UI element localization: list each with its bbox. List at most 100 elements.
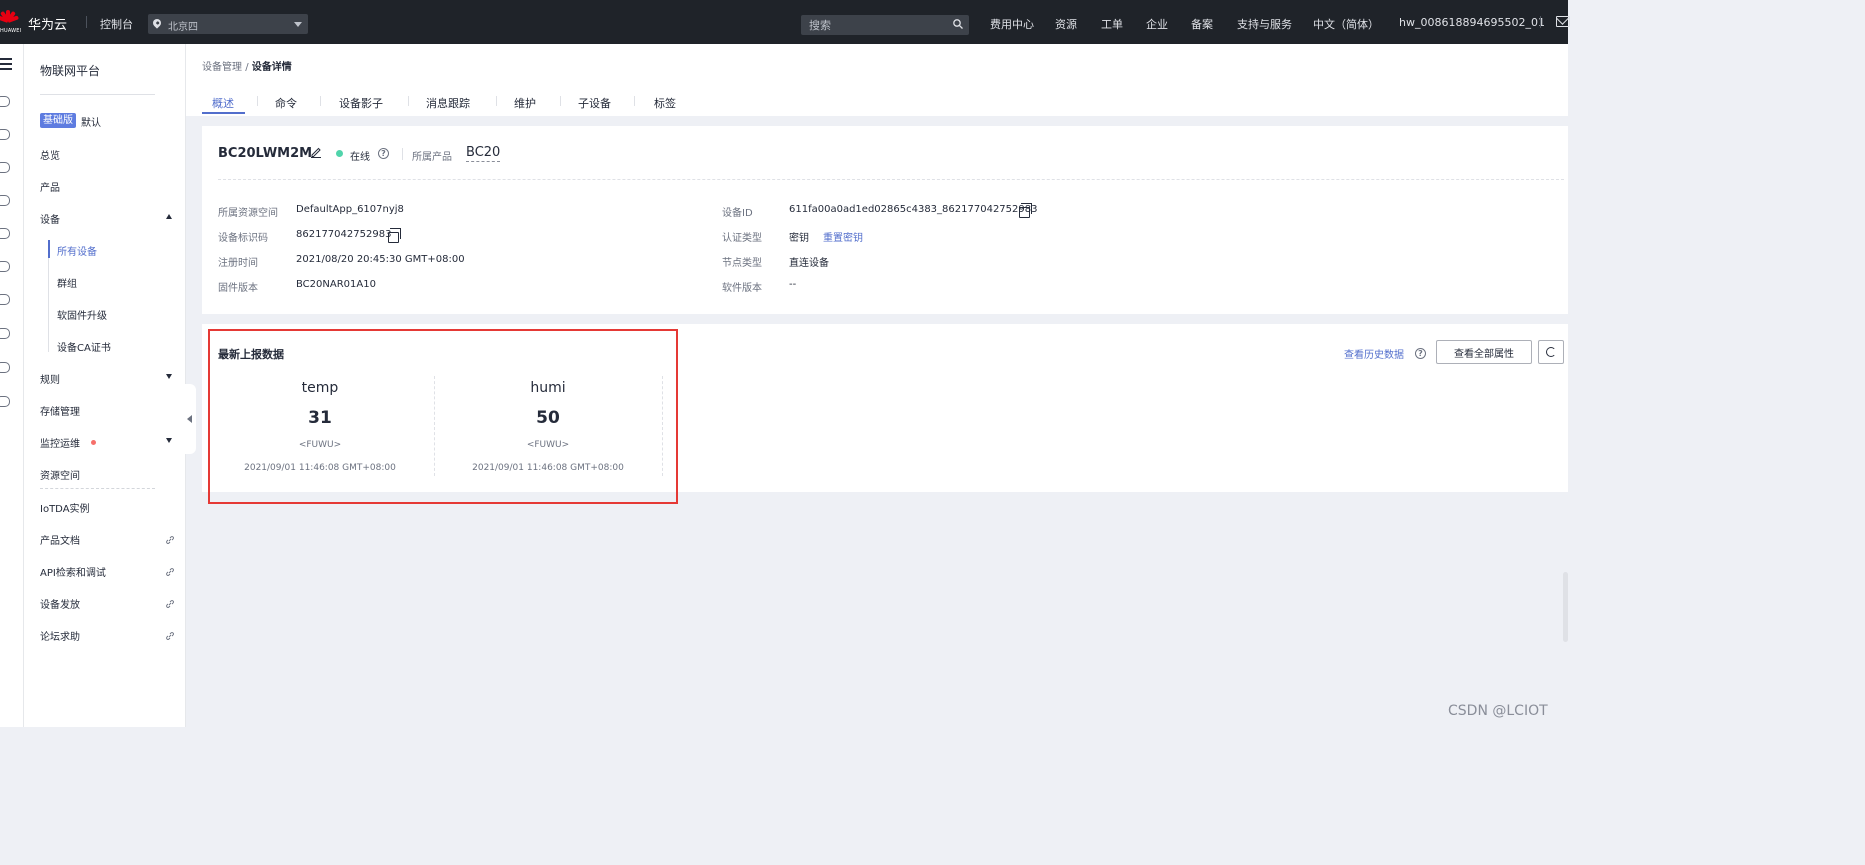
- device-info-card: BC20LWM2M 在线 ? 所属产品 BC20 所属资源空间 DefaultA…: [202, 126, 1568, 314]
- view-history-link[interactable]: 查看历史数据: [1344, 346, 1404, 361]
- cloud-service-icon[interactable]: [0, 129, 10, 140]
- tab-maintenance[interactable]: 维护: [514, 95, 536, 111]
- divider: [402, 148, 403, 160]
- nav-item-all-devices[interactable]: 所有设备: [57, 243, 97, 258]
- database-service-icon[interactable]: [0, 195, 10, 206]
- region-selector[interactable]: 北京四: [148, 14, 308, 34]
- enterprise-link[interactable]: 企业: [1146, 16, 1168, 32]
- filing-link[interactable]: 备案: [1191, 16, 1213, 32]
- ip-service-icon[interactable]: [0, 396, 10, 407]
- scrollbar-thumb[interactable]: [1563, 572, 1568, 642]
- tab-sub-devices[interactable]: 子设备: [578, 95, 611, 111]
- network-service-icon[interactable]: [0, 328, 10, 339]
- language-selector[interactable]: 中文（简体）: [1313, 16, 1379, 32]
- nav-item-rules[interactable]: 规则: [40, 371, 60, 386]
- mail-icon[interactable]: [1556, 16, 1570, 27]
- divider: [40, 488, 155, 489]
- cloud-service-icon[interactable]: [0, 294, 10, 305]
- resources-link[interactable]: 资源: [1055, 16, 1077, 32]
- external-link-icon[interactable]: [166, 632, 174, 640]
- menu-icon[interactable]: [0, 58, 12, 70]
- divider: [257, 96, 258, 106]
- nav-item-monitoring[interactable]: 监控运维: [40, 435, 80, 450]
- nav-item-device[interactable]: 设备: [40, 211, 60, 226]
- field-value-auth-type: 密钥: [789, 233, 809, 244]
- location-pin-icon: [151, 17, 163, 29]
- divider: [408, 96, 409, 106]
- breadcrumb-device-management[interactable]: 设备管理: [202, 62, 242, 73]
- reset-secret-link[interactable]: 重置密钥: [823, 229, 863, 244]
- copy-icon[interactable]: [1019, 203, 1032, 218]
- chart-service-icon[interactable]: [0, 162, 10, 173]
- support-link[interactable]: 支持与服务: [1237, 16, 1292, 32]
- breadcrumb: 设备管理 / 设备详情: [202, 58, 292, 73]
- external-link-icon[interactable]: [166, 568, 174, 576]
- external-link-icon[interactable]: [166, 536, 174, 544]
- product-link[interactable]: BC20: [466, 145, 501, 162]
- billing-center-link[interactable]: 费用中心: [990, 16, 1034, 32]
- globe-service-icon[interactable]: [0, 362, 10, 373]
- page-header: 设备管理 / 设备详情 概述 命令 设备影子 消息跟踪 维护 子设备 标签: [186, 44, 1568, 116]
- nav-item-overview[interactable]: 总览: [40, 147, 60, 162]
- nav-item-group[interactable]: 群组: [57, 275, 77, 290]
- divider: [634, 96, 635, 106]
- nav-item-forum[interactable]: 论坛求助: [40, 628, 80, 643]
- tab-message-trace[interactable]: 消息跟踪: [426, 95, 470, 111]
- edition-default-label: 默认: [81, 118, 101, 129]
- brand-name[interactable]: 华为云: [28, 14, 67, 33]
- tab-overview[interactable]: 概述: [212, 95, 234, 111]
- search-input[interactable]: [801, 15, 949, 35]
- search-icon[interactable]: [953, 19, 963, 29]
- notification-dot: [91, 440, 96, 445]
- document-service-icon[interactable]: [0, 228, 10, 239]
- edition-badge: 基础版: [40, 113, 76, 128]
- copy-icon[interactable]: [388, 228, 401, 243]
- field-label-node-type: 节点类型: [722, 258, 762, 269]
- field-value-firmware-version: BC20NAR01A10: [296, 279, 376, 290]
- divider: [218, 179, 1564, 180]
- nav-item-device-provisioning[interactable]: 设备发放: [40, 596, 80, 611]
- nav-item-api-explorer[interactable]: API检索和调试: [40, 564, 106, 579]
- region-label: 北京四: [168, 22, 198, 33]
- active-indicator: [48, 240, 50, 258]
- left-navigation: 物联网平台 基础版 默认 总览 产品 设备 所有设备 群组 软固件升级 设备CA…: [24, 44, 186, 727]
- chevron-up-icon[interactable]: [166, 214, 172, 219]
- help-icon[interactable]: ?: [378, 148, 389, 159]
- field-label-register-time: 注册时间: [218, 258, 258, 269]
- nav-item-ca-certificate[interactable]: 设备CA证书: [57, 339, 111, 354]
- tab-tags[interactable]: 标签: [654, 95, 676, 111]
- active-tab-underline: [202, 112, 245, 114]
- chevron-down-icon[interactable]: [166, 438, 172, 443]
- refresh-button[interactable]: [1538, 340, 1564, 364]
- tab-commands[interactable]: 命令: [275, 95, 297, 111]
- highlight-annotation-box: [208, 329, 678, 504]
- divider: [320, 96, 321, 106]
- collapse-nav-button[interactable]: [184, 384, 196, 454]
- nav-item-storage[interactable]: 存储管理: [40, 403, 80, 418]
- nav-item-iotda-instance[interactable]: IoTDA实例: [40, 500, 90, 515]
- breadcrumb-current: 设备详情: [251, 62, 292, 73]
- tab-device-shadow[interactable]: 设备影子: [339, 95, 383, 111]
- external-link-icon[interactable]: [166, 600, 174, 608]
- divider: [496, 96, 497, 106]
- nav-item-product-docs[interactable]: 产品文档: [40, 532, 80, 547]
- watermark: CSDN @LCIOT: [1448, 703, 1548, 719]
- help-icon[interactable]: ?: [1415, 348, 1426, 359]
- field-label-device-id: 设备ID: [722, 208, 753, 219]
- tickets-link[interactable]: 工单: [1101, 16, 1123, 32]
- view-all-properties-button[interactable]: 查看全部属性: [1436, 340, 1532, 364]
- account-name[interactable]: hw_008618894695502_01: [1399, 16, 1545, 29]
- console-link[interactable]: 控制台: [100, 16, 133, 32]
- status-online-icon: [336, 150, 343, 157]
- divider: [1540, 16, 1541, 28]
- chevron-down-icon[interactable]: [166, 374, 172, 379]
- cloud-service-icon[interactable]: [0, 96, 10, 107]
- file-service-icon[interactable]: [0, 261, 10, 272]
- field-label-node-id: 设备标识码: [218, 233, 268, 244]
- field-label-software-version: 软件版本: [722, 283, 762, 294]
- nav-item-firmware-upgrade[interactable]: 软固件升级: [57, 307, 107, 322]
- nav-item-resource-space[interactable]: 资源空间: [40, 467, 80, 482]
- nav-item-product[interactable]: 产品: [40, 179, 60, 194]
- edit-icon[interactable]: [310, 146, 322, 158]
- breadcrumb-separator: /: [245, 62, 249, 73]
